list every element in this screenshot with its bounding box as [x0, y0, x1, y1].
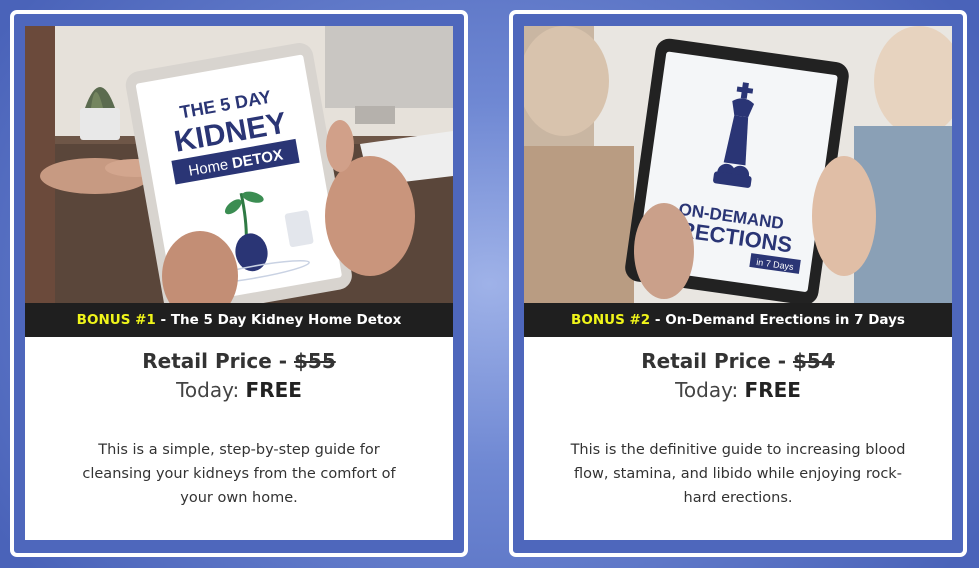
bonus-card-1-inner: THE 5 DAY KIDNEY Home DETOX BONUS #1 - T…: [25, 26, 453, 540]
bonus-card-2-inner: ON-DEMAND ERECTIONS in 7 Days BONUS #2 -…: [524, 26, 952, 540]
bonus-1-today-price: Today: FREE: [25, 376, 453, 404]
bonus-1-description: This is a simple, step-by-step guide for…: [82, 442, 396, 506]
bonus-2-retail-price: Retail Price - $54: [524, 347, 952, 375]
bonus-2-label: BONUS #2: [571, 312, 651, 328]
bonus-1-today-label: Today:: [176, 378, 246, 402]
bonus-2-product-image: ON-DEMAND ERECTIONS in 7 Days: [524, 26, 952, 303]
bonus-2-retail-amount: $54: [792, 349, 835, 373]
bonus-1-today-value: FREE: [245, 378, 302, 402]
bonus-2-today-value: FREE: [744, 378, 801, 402]
bonus-2-today-label: Today:: [675, 378, 745, 402]
bonus-2-separator: -: [650, 312, 666, 328]
bonus-2-description: This is the definitive guide to increasi…: [570, 442, 906, 506]
bonus-1-retail-amount: $55: [293, 349, 336, 373]
bonus-1-separator: -: [155, 312, 171, 328]
bonus-card-2: ON-DEMAND ERECTIONS in 7 Days BONUS #2 -…: [509, 10, 967, 557]
bonus-1-retail-price: Retail Price - $55: [25, 347, 453, 375]
bonus-1-title: The 5 Day Kidney Home Detox: [170, 312, 402, 328]
bonus-1-label: BONUS #1: [76, 312, 156, 328]
bonus-2-title: On-Demand Erections in 7 Days: [665, 312, 905, 328]
bonus-1-product-image: THE 5 DAY KIDNEY Home DETOX: [25, 26, 453, 303]
bonus-2-retail-label: Retail Price -: [641, 349, 793, 373]
bonus-2-today-price: Today: FREE: [524, 376, 952, 404]
bonus-1-retail-label: Retail Price -: [142, 349, 294, 373]
bonus-2-caption: BONUS #2 - On-Demand Erections in 7 Days: [524, 303, 952, 337]
bonus-card-1: THE 5 DAY KIDNEY Home DETOX BONUS #1 - T…: [10, 10, 468, 557]
bonus-1-caption: BONUS #1 - The 5 Day Kidney Home Detox: [25, 303, 453, 337]
